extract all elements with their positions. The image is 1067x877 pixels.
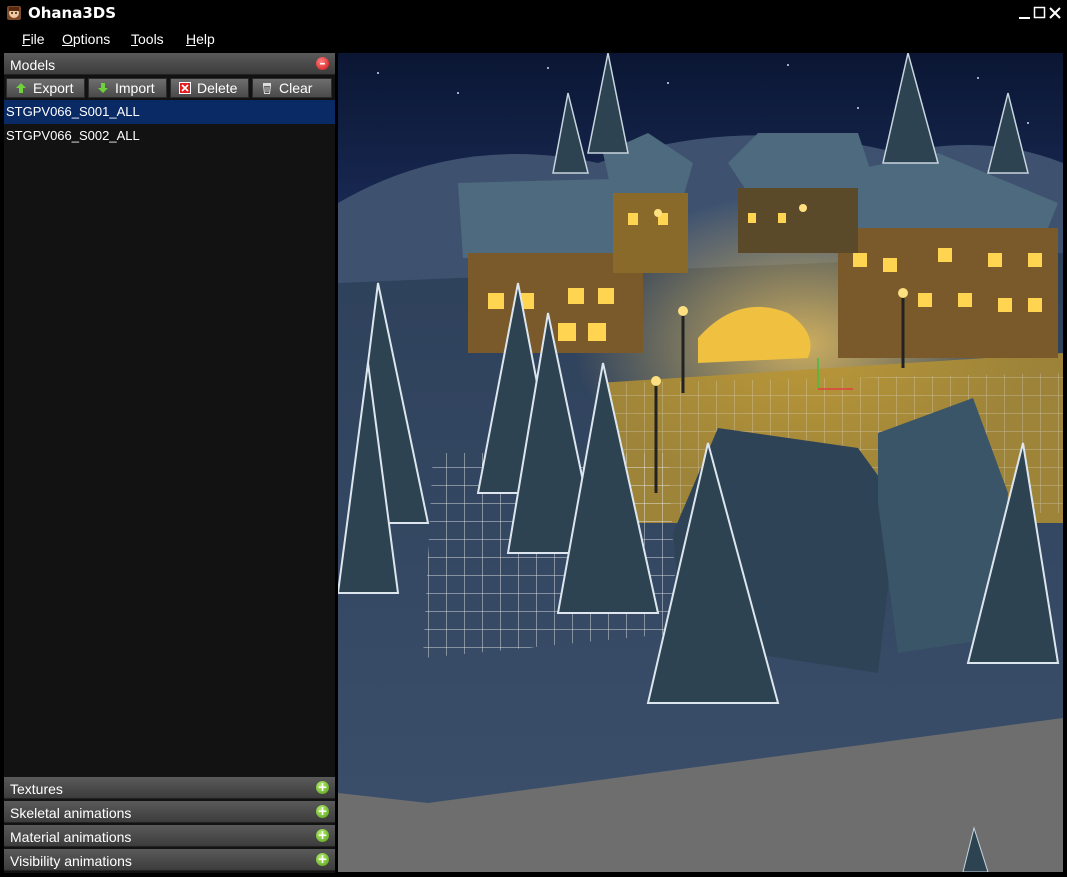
clear-label: Clear (279, 80, 313, 96)
plus-circle-icon[interactable]: + (316, 805, 329, 818)
scene-render (338, 53, 1063, 872)
delete-x-icon (179, 82, 191, 94)
export-label: Export (33, 80, 74, 96)
plus-circle-icon[interactable]: + (316, 829, 329, 842)
delete-button[interactable]: Delete (170, 78, 249, 98)
delete-label: Delete (197, 80, 238, 96)
ohana-app-icon (7, 6, 21, 20)
menu-options[interactable]: Options (62, 31, 110, 47)
close-button[interactable] (1048, 5, 1062, 21)
arrow-down-icon (98, 83, 108, 93)
material-animations-panel-title: Material animations (10, 829, 132, 845)
material-animations-panel-header[interactable]: Material animations + (4, 825, 335, 847)
list-item[interactable]: STGPV066_S002_ALL (4, 124, 335, 148)
list-item[interactable]: STGPV066_S001_ALL (4, 100, 335, 124)
skeletal-animations-panel-title: Skeletal animations (10, 805, 132, 821)
window-title: Ohana3DS (28, 4, 117, 22)
models-toolbar: Export Import Delete Clear (4, 77, 335, 99)
import-button[interactable]: Import (88, 78, 167, 98)
models-panel-title: Models (10, 57, 56, 73)
textures-panel-header[interactable]: Textures + (4, 777, 335, 799)
plus-circle-icon[interactable]: + (316, 781, 329, 794)
menu-options-accel: O (62, 31, 73, 47)
textures-panel-title: Textures (10, 781, 63, 797)
menu-options-rest: ptions (72, 31, 111, 47)
maximize-button[interactable] (1033, 5, 1047, 21)
3d-viewport[interactable] (338, 53, 1063, 872)
skeletal-animations-panel-header[interactable]: Skeletal animations + (4, 801, 335, 823)
minimize-button[interactable] (1018, 5, 1032, 21)
arrow-up-icon (16, 83, 26, 93)
menu-file[interactable]: File (22, 31, 45, 47)
menu-file-rest: ile (30, 31, 45, 47)
menu-help-rest: elp (196, 31, 215, 47)
trash-icon (262, 83, 272, 94)
clear-button[interactable]: Clear (252, 78, 332, 98)
models-list: STGPV066_S001_ALL STGPV066_S002_ALL (4, 100, 335, 148)
title-bar: Ohana3DS (0, 0, 1067, 27)
menu-help[interactable]: Help (186, 31, 215, 47)
models-panel-header[interactable]: Models – (4, 53, 335, 75)
menu-help-accel: H (186, 31, 197, 47)
menu-file-accel: F (22, 31, 31, 47)
menu-tools[interactable]: Tools (131, 31, 164, 47)
visibility-animations-panel-title: Visibility animations (10, 853, 132, 869)
menu-tools-accel: T (131, 31, 138, 47)
visibility-animations-panel-header[interactable]: Visibility animations + (4, 849, 335, 871)
export-button[interactable]: Export (6, 78, 85, 98)
menu-bar: File Options Tools Help (0, 27, 1067, 51)
minus-circle-icon[interactable]: – (316, 57, 329, 70)
import-label: Import (115, 80, 155, 96)
plus-circle-icon[interactable]: + (316, 853, 329, 866)
left-panel: Models – Export Import Delete Clear STGP… (4, 53, 335, 873)
menu-tools-rest: ools (138, 31, 164, 47)
